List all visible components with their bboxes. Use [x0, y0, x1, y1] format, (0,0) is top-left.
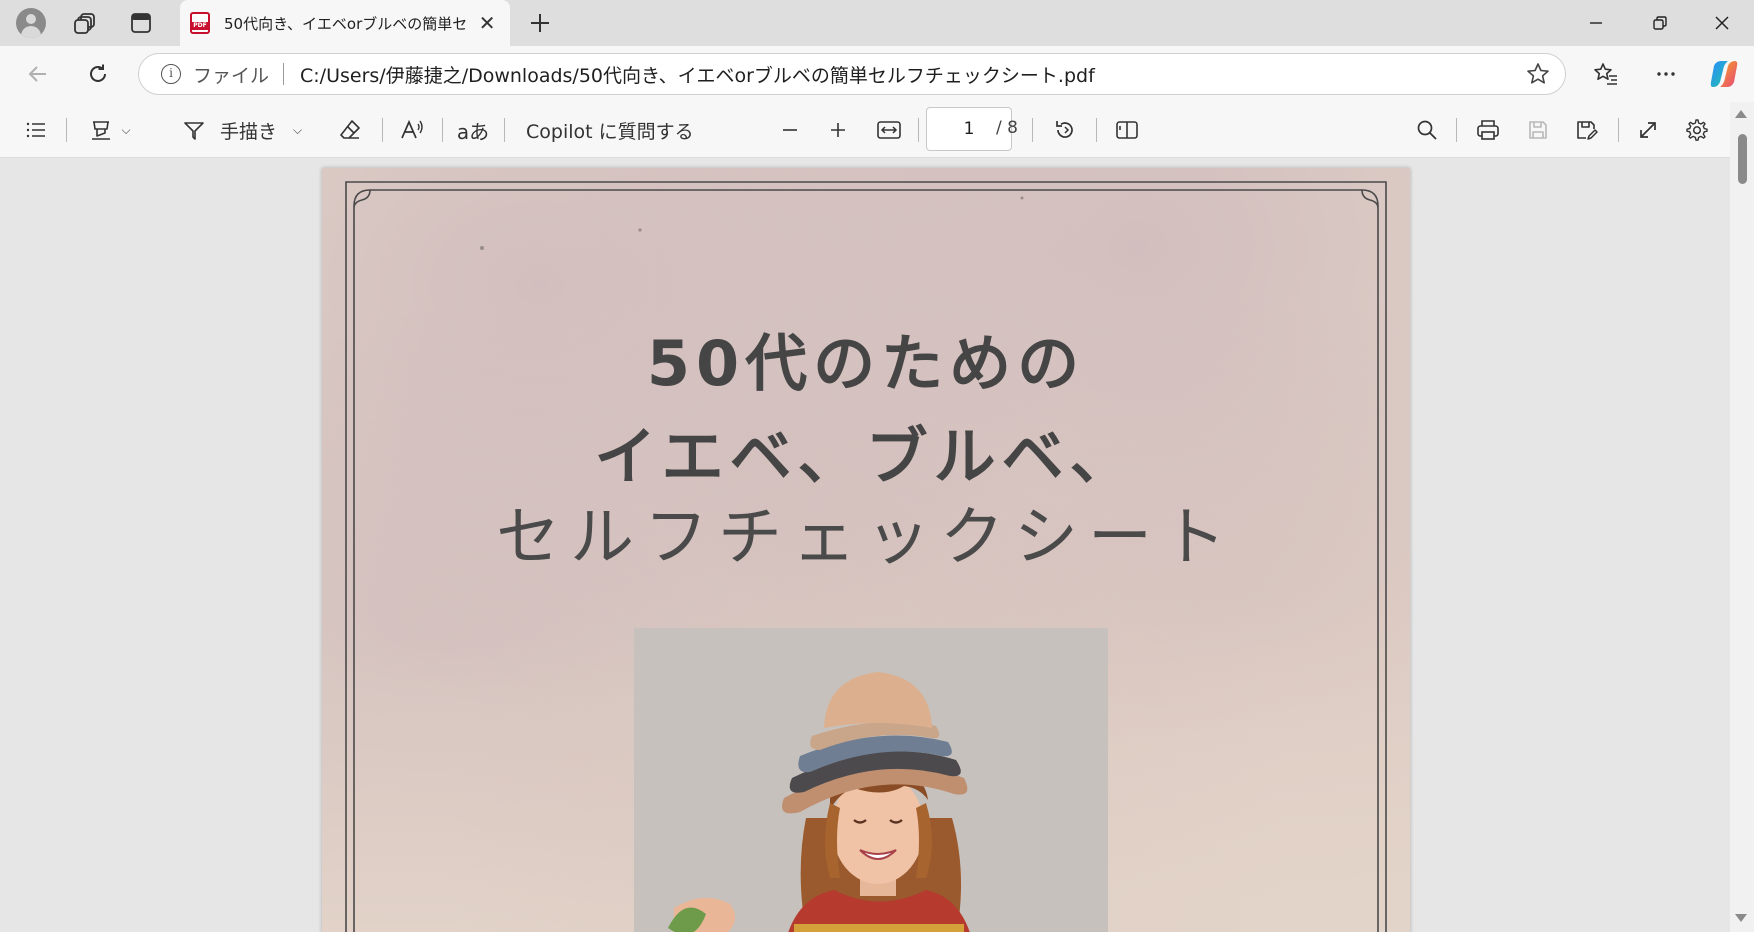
pdf-toolbar: ⌵ 手描き ⌵ aあ Copilot に質問する 1 / 8 — [0, 102, 1754, 158]
navigation-bar: i ファイル C:/Users/伊藤捷之/Downloads/50代向き、イエベ… — [0, 46, 1754, 102]
save-as-icon — [1577, 121, 1598, 140]
plus-icon — [531, 14, 549, 32]
scroll-down-arrow-icon[interactable] — [1735, 914, 1747, 922]
document-title-line-2: イエベ、ブルベ、 — [594, 420, 1138, 493]
restore-icon — [1653, 16, 1667, 30]
fullscreen-button[interactable] — [1630, 112, 1666, 148]
arrow-left-icon — [28, 66, 46, 82]
zoom-in-button[interactable] — [822, 112, 854, 148]
pdf-settings-button[interactable] — [1678, 112, 1714, 148]
eraser-icon — [340, 120, 360, 139]
draw-button[interactable]: 手描き ⌵ — [174, 112, 310, 148]
restore-button[interactable] — [1628, 0, 1692, 46]
minus-icon — [783, 129, 797, 131]
close-window-button[interactable] — [1690, 0, 1754, 46]
copilot-button[interactable] — [1704, 54, 1744, 94]
star-icon — [1527, 63, 1549, 84]
translate-icon: aあ — [456, 119, 490, 144]
printer-icon — [1477, 120, 1499, 140]
highlighter-icon — [92, 121, 111, 140]
toolbar-divider — [1096, 118, 1097, 142]
back-button[interactable] — [18, 54, 58, 94]
save-disk-icon — [1529, 121, 1547, 139]
minimize-button[interactable] — [1564, 0, 1628, 46]
tab-title: 50代向き、イエベorブルベの簡単セルフチェックシート.pdf — [224, 14, 467, 33]
fit-to-width-button[interactable] — [872, 112, 906, 148]
favorites-button[interactable] — [1586, 54, 1626, 94]
vertical-scrollbar[interactable] — [1730, 102, 1754, 932]
tab-actions-icon — [131, 13, 151, 33]
tab-close-icon[interactable]: ✕ — [476, 11, 498, 35]
draw-label: 手描き — [219, 120, 277, 143]
find-button[interactable] — [1410, 112, 1444, 148]
gear-icon — [1686, 119, 1708, 141]
toolbar-divider — [66, 118, 67, 142]
new-tab-button[interactable] — [522, 0, 558, 46]
active-tab[interactable]: PDF 50代向き、イエベorブルベの簡単セルフチェックシート.pdf ✕ — [180, 0, 510, 46]
read-aloud-button[interactable] — [396, 112, 428, 148]
pdf-viewer[interactable]: 50代のための イエベ、ブルベ、 セルフチェックシート — [0, 158, 1730, 932]
expand-icon — [1640, 122, 1656, 138]
toolbar-divider — [382, 118, 383, 142]
plus-icon — [831, 123, 845, 137]
rotate-icon — [1056, 121, 1073, 138]
cover-photo — [634, 628, 1108, 932]
page-view-button[interactable] — [1110, 112, 1144, 148]
contents-list-icon — [26, 122, 45, 138]
toolbar-divider — [442, 118, 443, 142]
rotate-button[interactable] — [1048, 112, 1082, 148]
chevron-down-icon[interactable]: ⌵ — [121, 123, 130, 138]
profile-avatar-icon — [16, 8, 46, 38]
page-total-label: / 8 — [996, 118, 1018, 138]
refresh-icon — [90, 64, 106, 82]
read-aloud-icon — [401, 119, 423, 139]
profile-button[interactable] — [14, 0, 48, 46]
toolbar-divider — [1032, 118, 1033, 142]
search-icon — [1417, 120, 1437, 140]
fit-width-icon — [877, 121, 901, 139]
copilot-icon — [1710, 61, 1738, 87]
title-bar: PDF 50代向き、イエベorブルベの簡単セルフチェックシート.pdf ✕ — [0, 0, 1754, 46]
refresh-button[interactable] — [78, 54, 118, 94]
toolbar-divider — [1618, 118, 1619, 142]
favorites-list-icon — [1594, 63, 1617, 85]
highlight-button[interactable]: ⌵ — [80, 112, 140, 148]
address-divider — [283, 63, 285, 85]
vertical-tabs-button[interactable] — [124, 0, 158, 46]
copilot-ask-button[interactable]: Copilot に質問する — [526, 112, 696, 148]
more-horizontal-icon — [1657, 72, 1675, 76]
toolbar-divider — [1456, 118, 1457, 142]
woman-with-hats-image — [634, 628, 1108, 932]
scheme-label: ファイル — [193, 64, 270, 87]
site-info-icon[interactable]: i — [161, 64, 181, 84]
save-button[interactable] — [1520, 112, 1556, 148]
scroll-thumb[interactable] — [1738, 134, 1747, 184]
favorite-star-button[interactable] — [1525, 61, 1551, 91]
copilot-ask-label: Copilot に質問する — [526, 120, 694, 143]
scroll-up-arrow-icon[interactable] — [1735, 110, 1747, 118]
toolbar-divider — [504, 118, 505, 142]
minimize-icon — [1590, 22, 1602, 24]
zoom-out-button[interactable] — [774, 112, 806, 148]
address-bar[interactable]: i ファイル C:/Users/伊藤捷之/Downloads/50代向き、イエベ… — [138, 53, 1566, 95]
url-text[interactable]: C:/Users/伊藤捷之/Downloads/50代向き、イエベorブルベの簡… — [300, 61, 1095, 88]
toolbar-divider — [918, 118, 919, 142]
two-page-view-icon — [1116, 121, 1138, 139]
chevron-down-icon[interactable]: ⌵ — [293, 123, 302, 138]
table-of-contents-button[interactable] — [20, 112, 52, 148]
erase-button[interactable] — [334, 112, 366, 148]
document-title-line-3: セルフチェックシート — [496, 501, 1236, 575]
close-icon — [1715, 16, 1729, 30]
workspaces-button[interactable] — [68, 0, 102, 46]
translate-button[interactable]: aあ — [456, 112, 490, 148]
save-as-button[interactable] — [1568, 112, 1604, 148]
pen-draw-icon — [184, 122, 204, 140]
settings-and-more-button[interactable] — [1646, 54, 1686, 94]
pdf-page: 50代のための イエベ、ブルベ、 セルフチェックシート — [322, 168, 1410, 932]
workspaces-icon — [74, 13, 95, 34]
document-title-line-1: 50代のための — [646, 327, 1086, 400]
print-button[interactable] — [1470, 112, 1506, 148]
pdf-file-icon: PDF — [190, 12, 210, 34]
